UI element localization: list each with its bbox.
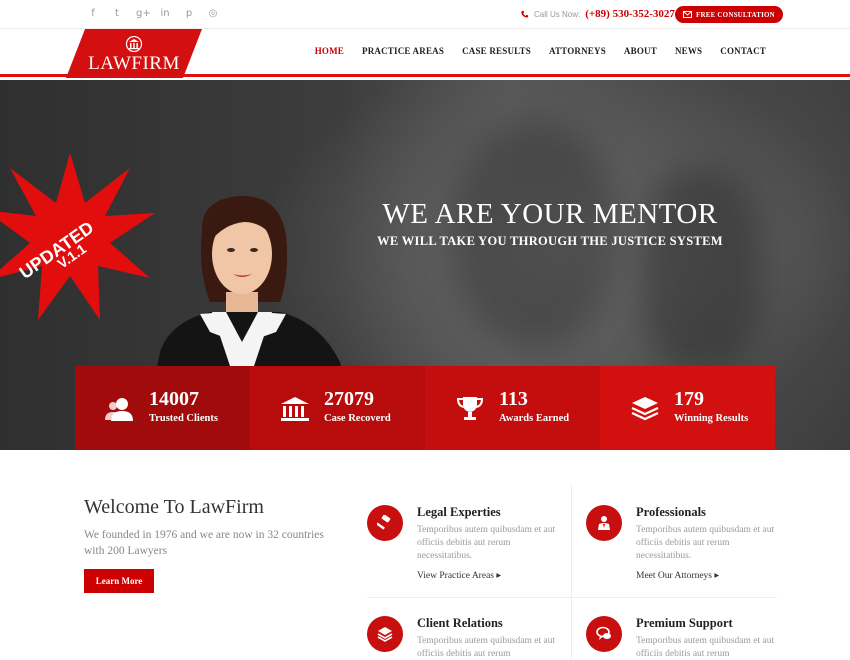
hero-title: WE ARE YOUR MENTOR: [382, 198, 718, 230]
header: LAWFIRM HOME PRACTICE AREAS CASE RESULTS…: [0, 29, 850, 78]
brand-name: LAWFIRM: [88, 53, 180, 74]
stat-label: Trusted Clients: [149, 413, 218, 424]
meet-attorneys-link[interactable]: Meet Our Attorneys ▸: [636, 570, 719, 581]
mail-icon: [683, 11, 692, 18]
phone-number[interactable]: (+89) 530-352-3027: [585, 8, 675, 20]
feature-description: Temporibus autem quibusdam et aut offici…: [636, 525, 775, 561]
welcome-title: Welcome To LawFirm: [84, 496, 264, 518]
view-practice-areas-link[interactable]: View Practice Areas ▸: [417, 570, 501, 581]
users-icon: [105, 398, 133, 421]
logo[interactable]: LAWFIRM: [66, 29, 202, 78]
feature-title: Professionals: [636, 505, 706, 519]
facebook-icon[interactable]: f: [88, 8, 98, 20]
main-nav: HOME PRACTICE AREAS CASE RESULTS ATTORNE…: [315, 46, 766, 56]
twitter-icon[interactable]: t: [112, 8, 122, 20]
stat-label: Case Recoverd: [324, 413, 391, 424]
courthouse-logo-icon: [125, 36, 143, 52]
feature-link-label: View Practice Areas: [417, 571, 494, 581]
stat-label: Awards Earned: [499, 413, 570, 424]
google-plus-icon[interactable]: g+: [136, 8, 151, 20]
caret-right-icon: ▸: [496, 571, 502, 581]
feature-divider: [367, 597, 777, 598]
linkedin-icon[interactable]: in: [160, 8, 170, 20]
free-consultation-button[interactable]: FREE CONSULTATION: [675, 6, 783, 23]
nav-about[interactable]: ABOUT: [624, 46, 657, 56]
stat-item: 113 Awards Earned: [425, 366, 600, 450]
feature-description: Temporibus autem quibusdam et aut offici…: [636, 636, 775, 659]
call-label: Call Us Now:: [534, 9, 581, 19]
feature-description: Temporibus autem quibusdam et aut offici…: [417, 636, 556, 659]
welcome-text: We founded in 1976 and we are now in 32 …: [84, 529, 324, 557]
stat-item: 179 Winning Results: [600, 366, 775, 450]
feature-title: Client Relations: [417, 616, 503, 630]
nav-practice-areas[interactable]: PRACTICE AREAS: [362, 46, 444, 56]
feature-title: Premium Support: [636, 616, 733, 630]
caret-right-icon: ▸: [714, 571, 720, 581]
trophy-icon: [456, 397, 484, 420]
social-links: f t g+ in p ◎: [88, 8, 218, 20]
dribbble-icon[interactable]: ◎: [208, 8, 218, 20]
courthouse-icon: [281, 397, 309, 421]
stat-value: 27079: [324, 388, 374, 410]
stat-value: 14007: [149, 388, 199, 410]
feature-title: Legal Experties: [417, 505, 501, 519]
layers-stack-icon: [367, 616, 403, 652]
feature-link-label: Meet Our Attorneys: [636, 571, 712, 581]
nav-case-results[interactable]: CASE RESULTS: [462, 46, 531, 56]
stats-bar: 14007 Trusted Clients 27079 Case Recover…: [75, 366, 775, 450]
attorney-icon: [586, 505, 622, 541]
consultation-label: FREE CONSULTATION: [696, 10, 775, 19]
stat-value: 179: [674, 388, 704, 410]
feature-description: Temporibus autem quibusdam et aut offici…: [417, 525, 556, 561]
gavel-icon: [367, 505, 403, 541]
phone-icon: [521, 10, 529, 17]
layers-icon: [631, 397, 659, 421]
feature-divider: [571, 484, 572, 660]
stat-value: 113: [499, 388, 528, 410]
nav-contact[interactable]: CONTACT: [720, 46, 766, 56]
call-us: Call Us Now: (+89) 530-352-3027: [520, 8, 675, 20]
hero-slider: UPDATED V.1.1 WE ARE YOUR MENTOR WE WILL…: [0, 80, 850, 450]
nav-attorneys[interactable]: ATTORNEYS: [549, 46, 606, 56]
top-bar: f t g+ in p ◎ Call Us Now: (+89) 530-352…: [0, 0, 850, 29]
nav-news[interactable]: NEWS: [675, 46, 702, 56]
nav-home[interactable]: HOME: [315, 46, 344, 56]
hero-subtitle: WE WILL TAKE YOU THROUGH THE JUSTICE SYS…: [377, 234, 723, 248]
stat-item: 27079 Case Recoverd: [250, 366, 425, 450]
pinterest-icon[interactable]: p: [184, 8, 194, 20]
chat-icon: [586, 616, 622, 652]
stat-item: 14007 Trusted Clients: [75, 366, 250, 450]
stat-label: Winning Results: [674, 413, 749, 424]
learn-more-button[interactable]: Learn More: [84, 569, 154, 593]
